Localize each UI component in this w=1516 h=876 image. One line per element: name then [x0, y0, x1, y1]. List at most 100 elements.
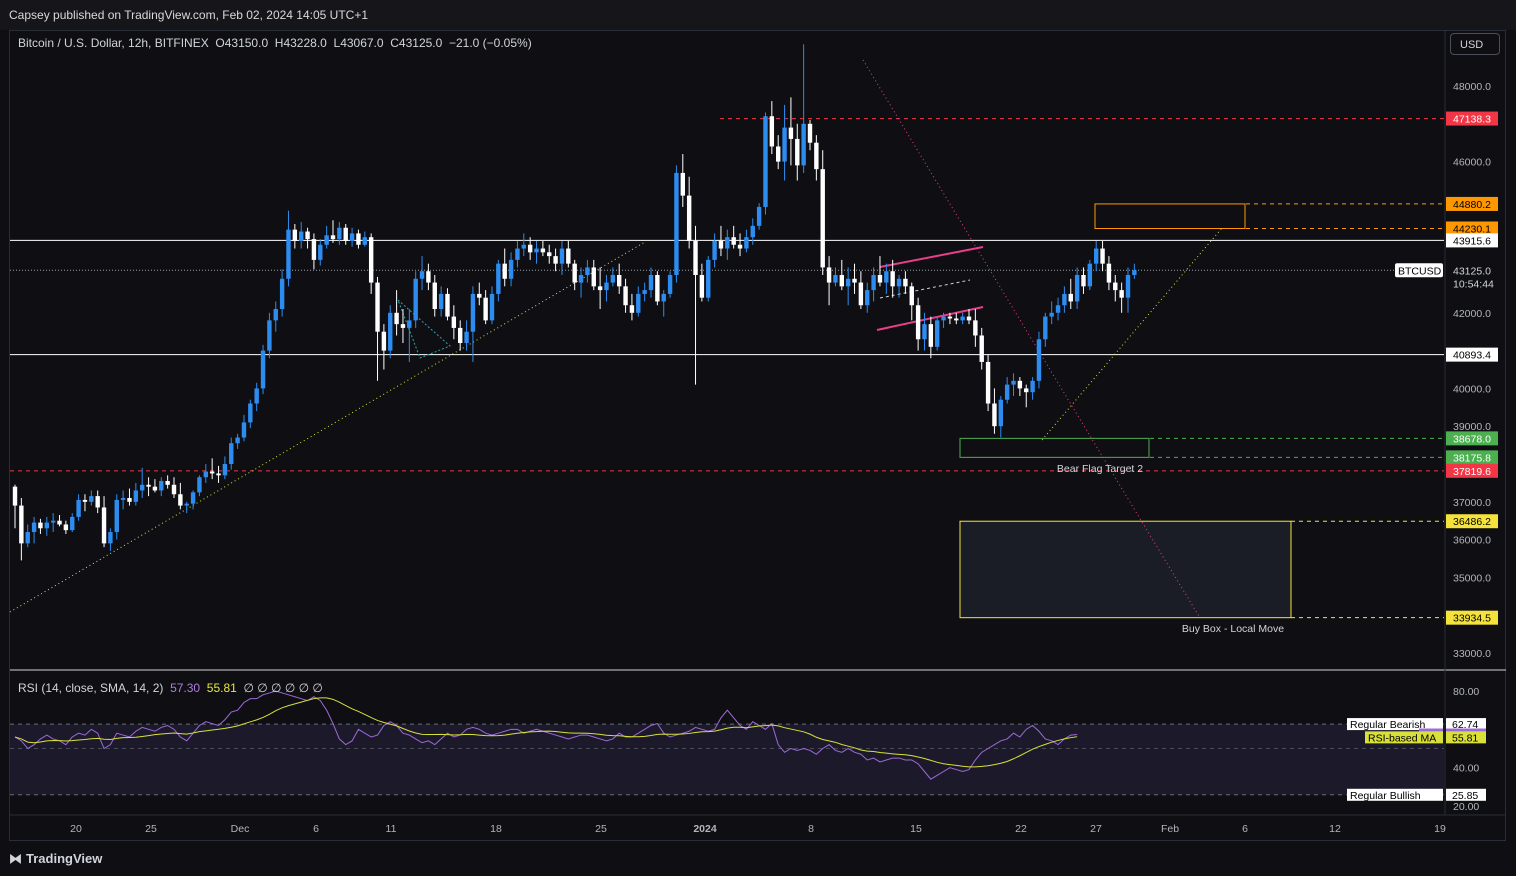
candle-body	[782, 127, 787, 162]
rsi-tag: Regular Bearish	[1350, 719, 1425, 731]
candle-body	[858, 282, 864, 306]
candle-body	[769, 116, 775, 147]
candle-body	[947, 316, 953, 319]
candle-body	[260, 350, 266, 389]
candle-body	[483, 297, 488, 321]
candle-body	[89, 496, 94, 502]
candle-body	[57, 520, 62, 525]
candle-body	[1030, 380, 1035, 393]
candle-body	[171, 484, 177, 495]
candle-body	[318, 244, 323, 260]
candle-body	[699, 275, 705, 298]
candle-body	[209, 471, 215, 474]
candle-body	[706, 259, 711, 298]
uptrend-line	[9, 241, 646, 613]
rsi-tick: 40.00	[1453, 763, 1479, 775]
candle-body	[31, 522, 37, 533]
price-label: 37819.6	[1453, 466, 1491, 478]
candle-body	[25, 532, 30, 544]
candle-body	[235, 437, 240, 444]
time-tick: 12	[1329, 823, 1341, 835]
candle-body	[273, 309, 278, 321]
candle-body	[566, 248, 571, 264]
candle-body	[229, 443, 234, 464]
candle-body	[127, 498, 132, 502]
candle-body	[521, 244, 526, 249]
symbol-tag: BTCUSD	[1398, 265, 1442, 277]
candle-body	[547, 252, 552, 257]
candle-body	[82, 499, 88, 502]
candle-body	[941, 316, 946, 321]
candle-body	[146, 484, 151, 487]
candle-body	[871, 275, 876, 291]
candle-body	[356, 233, 361, 245]
candle-body	[222, 464, 228, 476]
candle-body	[95, 496, 100, 508]
candle-body	[597, 286, 603, 291]
price-tick: 33000.0	[1453, 648, 1491, 660]
resistance-box	[1094, 203, 1246, 230]
candle-body	[438, 293, 444, 310]
candle-body	[966, 316, 972, 321]
candle-body	[559, 248, 565, 264]
candle-body	[343, 227, 348, 241]
price-tick: 36000.0	[1453, 535, 1491, 547]
candle-body	[1094, 248, 1099, 264]
rsi-tag: Regular Bullish	[1350, 790, 1421, 802]
price-label: 44880.2	[1453, 199, 1491, 211]
rsi-band	[10, 724, 1444, 795]
candle-body	[133, 490, 139, 502]
candle-body	[935, 320, 940, 347]
candle-body	[527, 244, 533, 253]
candle-body	[1017, 380, 1023, 389]
chart-canvas[interactable]: 48000.046000.042000.040000.039000.037000…	[0, 0, 1516, 876]
candle-body	[795, 138, 800, 166]
candle-body	[311, 239, 317, 260]
price-tick: 40000.0	[1453, 383, 1491, 395]
price-label: 36486.2	[1453, 516, 1491, 528]
rsi-tick: 20.00	[1453, 801, 1479, 813]
candle-body	[190, 492, 196, 504]
candle-body	[1004, 384, 1010, 400]
candle-body	[349, 233, 355, 241]
currency-button[interactable]: USD	[1450, 33, 1500, 55]
legend-open: O43150.0	[215, 36, 269, 50]
candle-body	[903, 278, 908, 287]
candle-body	[1024, 388, 1029, 393]
time-tick: 2024	[693, 823, 717, 835]
candle-body	[750, 225, 755, 238]
candle-body	[248, 403, 253, 423]
bear-flag-target-box	[959, 437, 1150, 458]
candle-body	[140, 484, 145, 491]
candle-body	[1113, 282, 1118, 291]
tradingview-logo[interactable]: ⧓ TradingView	[9, 851, 102, 867]
candle-body	[610, 275, 616, 283]
buy-box-label: Buy Box - Local Move	[1182, 623, 1284, 635]
candle-body	[1049, 312, 1054, 317]
time-tick: 20	[70, 823, 82, 835]
candle-body	[267, 320, 272, 351]
candle-body	[515, 248, 520, 260]
candle-body	[451, 316, 457, 328]
candle-body	[960, 316, 965, 321]
candle-body	[330, 235, 336, 240]
candle-body	[591, 267, 596, 287]
candle-body	[508, 259, 514, 279]
candle-body	[203, 471, 208, 478]
candle-body	[642, 290, 647, 294]
candle-body	[648, 275, 654, 291]
candle-body	[464, 331, 469, 344]
candle-body	[877, 275, 883, 283]
candle-body	[534, 248, 539, 253]
time-tick: 25	[145, 823, 157, 835]
candle-body	[578, 275, 584, 283]
time-tick: 11	[386, 823, 397, 835]
candle-body	[44, 522, 49, 529]
candle-body	[1132, 270, 1137, 275]
candle-body	[388, 312, 393, 351]
time-tick: 15	[910, 823, 922, 835]
candle-body	[1043, 316, 1048, 340]
candle-body	[445, 293, 450, 317]
short-uptrend-line	[1041, 227, 1223, 441]
time-tick: 27	[1090, 823, 1102, 835]
